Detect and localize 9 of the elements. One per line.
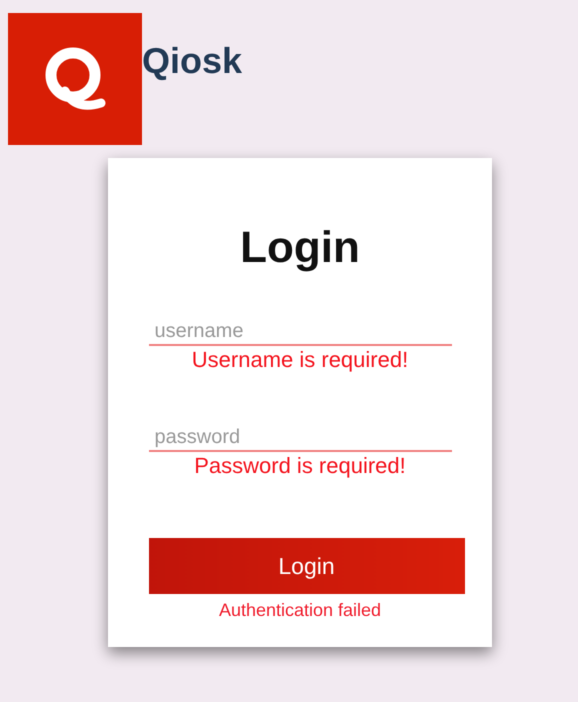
error-text: Password is required! [194, 452, 406, 480]
password-field[interactable]: password [148, 424, 452, 452]
brand-name: Qiosk [142, 43, 242, 79]
auth-error-text: Authentication failed [218, 599, 382, 622]
login-title: Login [240, 226, 360, 270]
login-button[interactable]: Login [148, 538, 464, 594]
logo-icon [8, 13, 142, 145]
username-field[interactable]: username [148, 318, 452, 346]
error-text: Username is required! [192, 346, 408, 374]
